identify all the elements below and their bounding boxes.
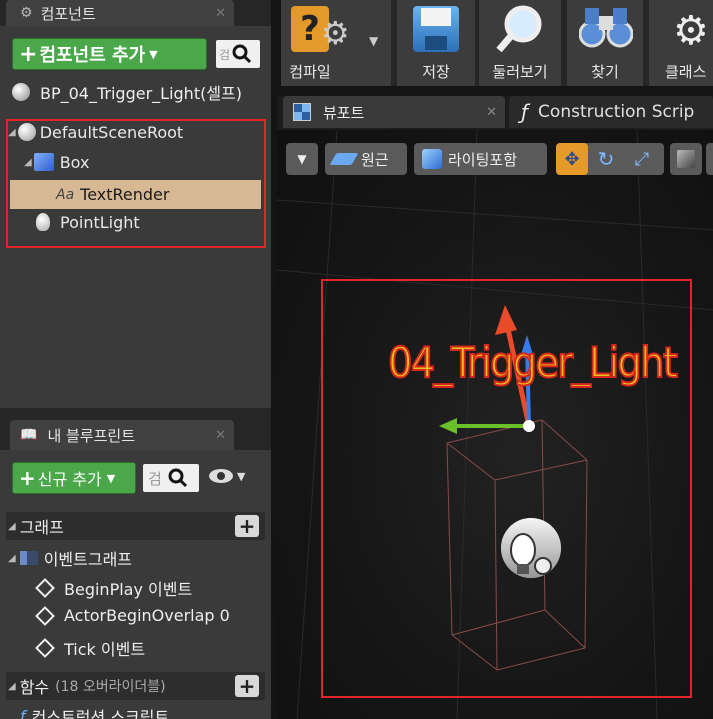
expand-arrow-icon: ◢: [8, 520, 16, 532]
search-icon: [168, 468, 187, 488]
class-settings-icon: ⚙: [673, 8, 709, 54]
event-graph-item[interactable]: ◢ 이벤트그래프: [8, 546, 132, 570]
blueprint-panel: 📖 내 블루프린트 ✕ + 신규 추가 ▼ 검 ▼ ◢ 그래프 + ◢ 이벤트그…: [0, 408, 271, 719]
event-diamond-icon: [35, 578, 55, 598]
component-search[interactable]: 검: [216, 40, 260, 68]
save-label: 저장: [422, 63, 450, 81]
plus-icon: +: [19, 466, 36, 490]
compile-button[interactable]: ? ⚙ ▼ 컴파일: [281, 0, 391, 86]
functions-override-count: (18 오버라이더블): [55, 679, 166, 695]
construction-script-label: 컨스트럭션 스크립트: [31, 708, 170, 719]
event-graph-label: 이벤트그래프: [43, 550, 133, 569]
expand-arrow-icon: ◢: [8, 680, 16, 692]
tab-viewport[interactable]: 뷰포트 ✕: [283, 96, 505, 128]
tab-construction-script[interactable]: ƒ Construction Scrip: [509, 96, 713, 128]
search-icon: [232, 44, 252, 64]
add-new-button[interactable]: + 신규 추가 ▼: [12, 462, 136, 494]
find-label: 찾기: [591, 63, 619, 81]
add-function-button[interactable]: +: [235, 674, 259, 698]
book-icon: 📖: [20, 427, 38, 443]
self-item-label: BP_04_Trigger_Light(셀프): [40, 84, 243, 103]
graph-section-label: 그래프: [19, 518, 64, 537]
event-label: Tick 이벤트: [64, 640, 146, 659]
add-component-button[interactable]: + 컴포넌트 추가 ▼: [12, 38, 207, 70]
chevron-down-icon: ▼: [106, 471, 116, 485]
class-settings-label: 클래스: [665, 63, 707, 81]
viewport-icon: [293, 103, 311, 121]
section-graph[interactable]: ◢ 그래프 +: [6, 512, 265, 540]
blueprint-search[interactable]: 검: [143, 464, 199, 492]
view-options-button[interactable]: ▼: [208, 468, 245, 484]
list-item[interactable]: Tick 이벤트: [35, 636, 146, 660]
highlight-box-tree: [6, 119, 266, 248]
construction-script-item[interactable]: ƒ 컨스트럭션 스크립트: [20, 704, 169, 719]
event-label: BeginPlay 이벤트: [64, 580, 193, 599]
add-new-label: 신규 추가: [37, 470, 102, 489]
search-input[interactable]: 검: [219, 46, 230, 63]
browse-icon: [496, 5, 542, 53]
self-item[interactable]: BP_04_Trigger_Light(셀프): [12, 80, 242, 104]
browse-button[interactable]: 둘러보기: [479, 0, 561, 86]
close-icon[interactable]: ✕: [215, 428, 226, 443]
class-settings-button[interactable]: ⚙ 클래스: [649, 0, 713, 86]
gear-icon: ⚙: [321, 14, 350, 52]
construction-tab-label: Construction Scrip: [538, 102, 695, 122]
list-item[interactable]: BeginPlay 이벤트: [35, 576, 193, 600]
components-tab-label: 컴포넌트: [40, 4, 96, 23]
section-functions[interactable]: ◢ 함수 (18 오버라이더블) +: [6, 672, 265, 700]
blueprint-tab-label: 내 블루프린트: [47, 426, 136, 445]
compile-label: 컴파일: [289, 63, 331, 81]
chevron-down-icon: ▼: [149, 47, 158, 61]
event-label: ActorBeginOverlap 0: [64, 606, 230, 625]
main-toolbar: ? ⚙ ▼ 컴파일 저장 둘러보기 찾기 ⚙ 클래스: [281, 0, 713, 86]
find-button[interactable]: 찾기: [567, 0, 643, 86]
eye-icon: [209, 469, 233, 483]
viewport-tab-label: 뷰포트: [323, 103, 365, 122]
chevron-down-icon: ▼: [237, 469, 246, 483]
chevron-down-icon[interactable]: ▼: [369, 34, 378, 48]
event-graph-icon: [19, 551, 38, 565]
highlight-box-viewport: [321, 279, 692, 698]
save-button[interactable]: 저장: [397, 0, 475, 86]
function-icon: ƒ: [521, 100, 529, 124]
add-graph-button[interactable]: +: [235, 514, 259, 538]
tab-components[interactable]: ⚙ 컴포넌트 ✕: [6, 0, 234, 26]
expand-arrow-icon: ◢: [8, 552, 16, 564]
editor-tab-bar: 뷰포트 ✕ ƒ Construction Scrip: [277, 96, 713, 130]
close-icon[interactable]: ✕: [486, 105, 497, 120]
event-diamond-icon: [35, 605, 55, 626]
browse-label: 둘러보기: [492, 63, 548, 81]
tab-my-blueprint[interactable]: 📖 내 블루프린트 ✕: [10, 420, 234, 450]
event-diamond-icon: [35, 638, 55, 658]
components-tab-icon: ⚙: [20, 5, 33, 21]
components-panel: ⚙ 컴포넌트 ✕ + 컴포넌트 추가 ▼ 검 BP_04_Trigger_Lig…: [0, 0, 271, 408]
search-input[interactable]: 검: [148, 468, 162, 489]
plus-icon: +: [19, 41, 38, 67]
list-item[interactable]: ActorBeginOverlap 0: [35, 605, 230, 626]
close-icon[interactable]: ✕: [215, 6, 226, 21]
find-icon: [579, 8, 633, 48]
sphere-icon: [12, 83, 30, 101]
save-icon: [413, 6, 459, 52]
add-component-label: 컴포넌트 추가: [39, 45, 146, 66]
function-icon: ƒ: [20, 706, 26, 719]
functions-section-label: 함수: [19, 678, 50, 697]
